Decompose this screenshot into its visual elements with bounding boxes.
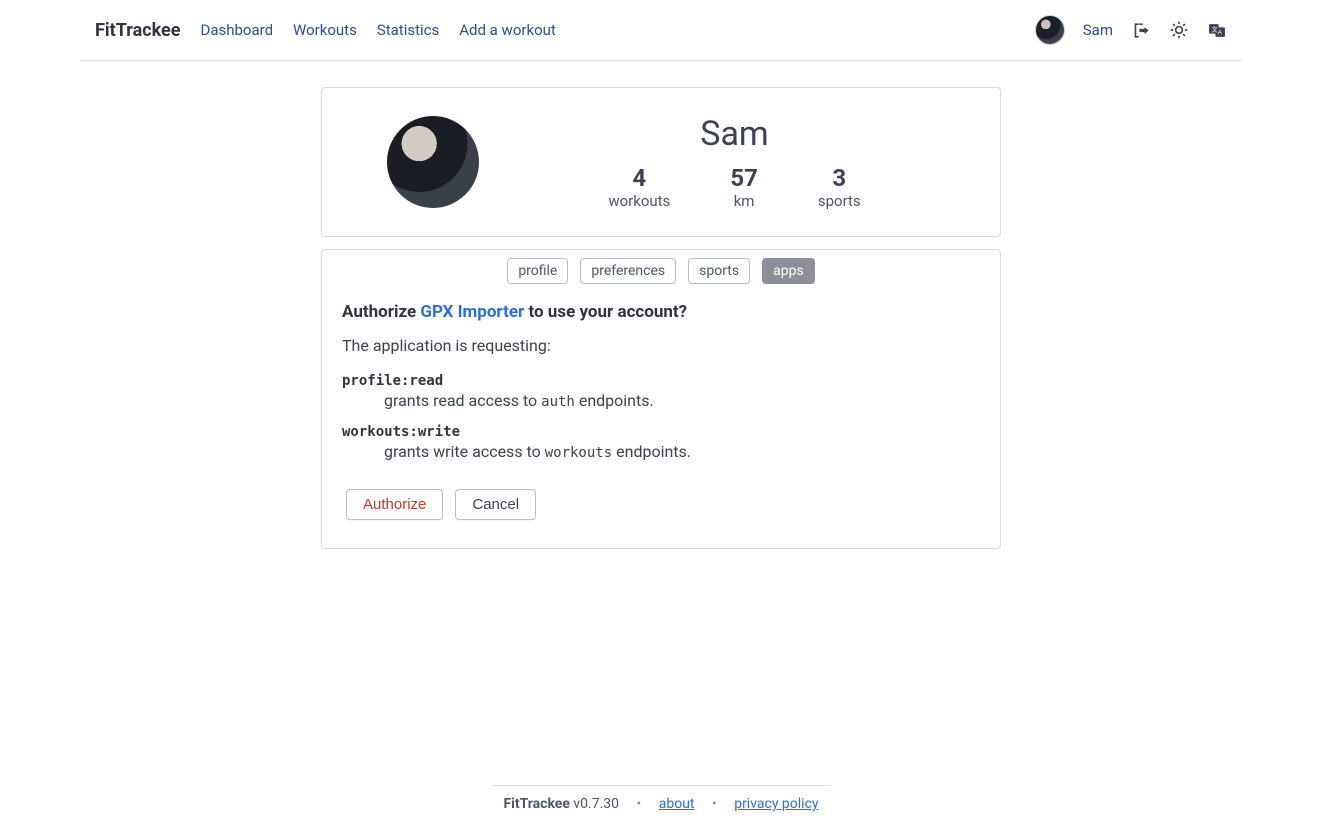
stat-km-value: 57 [730,164,758,192]
scope-1-name: profile:read [342,373,980,389]
authorize-requesting-text: The application is requesting: [342,336,980,355]
scope-1-desc: grants read access to auth endpoints. [384,391,980,410]
scope-list: profile:read grants read access to auth … [342,373,980,461]
stat-sports-label: sports [818,192,861,210]
footer-privacy-link[interactable]: privacy policy [734,796,818,812]
authorize-prefix: Authorize [342,302,420,322]
profile-display-name: Sam [499,114,970,154]
footer-about-link[interactable]: about [659,796,695,812]
logout-icon[interactable] [1131,21,1151,40]
main-nav: Dashboard Workouts Statistics Add a work… [200,21,555,39]
authorize-app-link[interactable]: GPX Importer [420,302,524,322]
stat-workouts-label: workouts [608,192,670,210]
tab-sports[interactable]: sports [688,258,750,284]
footer: FitTrackee v0.7.30 • about • privacy pol… [0,785,1322,812]
authorize-card: profile preferences sports apps Authoriz… [321,249,1001,549]
scope-2-desc: grants write access to workouts endpoint… [384,442,980,461]
authorize-button[interactable]: Authorize [346,489,443,520]
authorize-suffix: to use your account? [524,302,687,322]
user-avatar-large [387,116,479,208]
footer-version: v0.7.30 [570,796,619,812]
tab-apps[interactable]: apps [762,258,815,284]
nav-dashboard[interactable]: Dashboard [200,21,273,39]
tab-preferences[interactable]: preferences [580,258,676,284]
stat-km-label: km [730,192,758,210]
header-divider [80,60,1242,61]
nav-add-workout[interactable]: Add a workout [459,21,556,39]
stat-workouts-value: 4 [608,164,670,192]
tab-profile[interactable]: profile [507,258,568,284]
user-avatar-small[interactable] [1035,15,1065,45]
user-name-link[interactable]: Sam [1083,21,1113,39]
authorize-heading: Authorize GPX Importer to use your accou… [342,302,980,322]
stat-workouts: 4 workouts [608,164,670,210]
profile-summary-card: Sam 4 workouts 57 km 3 sports [321,87,1001,237]
app-header: FitTrackee Dashboard Workouts Statistics… [0,0,1322,60]
theme-toggle-icon[interactable] [1169,20,1189,40]
stat-km: 57 km [730,164,758,210]
cancel-button[interactable]: Cancel [455,489,536,520]
stat-sports-value: 3 [818,164,861,192]
brand[interactable]: FitTrackee [95,20,180,41]
footer-brand: FitTrackee [503,796,569,812]
scope-2-name: workouts:write [342,424,980,440]
language-icon[interactable]: 文A [1207,21,1227,40]
nav-statistics[interactable]: Statistics [377,21,439,39]
nav-workouts[interactable]: Workouts [293,21,357,39]
profile-tabs: profile preferences sports apps [342,258,980,284]
stat-sports: 3 sports [818,164,861,210]
